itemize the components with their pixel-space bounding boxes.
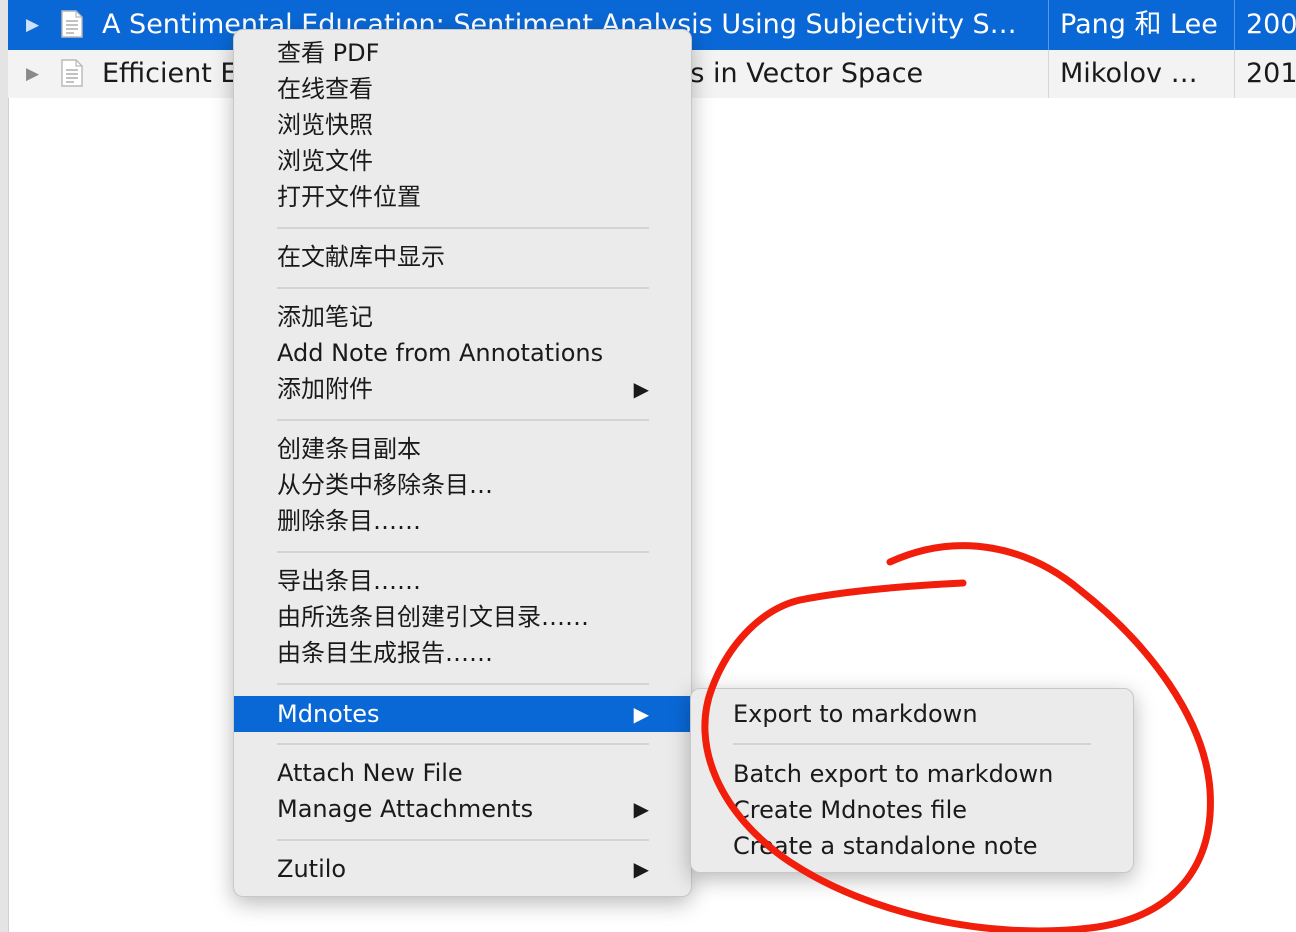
menu-item-add-attachment[interactable]: 添加附件 ▶: [234, 371, 691, 407]
document-icon: [61, 59, 83, 87]
menu-item-generate-report[interactable]: 由条目生成报告……: [234, 635, 691, 671]
item-creator: Pang 和 Lee: [1060, 9, 1218, 40]
menu-item-label: Zutilo: [277, 855, 347, 883]
menu-item-mdnotes[interactable]: Mdnotes ▶: [234, 696, 691, 732]
menu-item-create-mdnotes-file[interactable]: Create Mdnotes file: [691, 792, 1133, 828]
item-creator: Mikolov …: [1060, 58, 1198, 89]
item-year: 201: [1246, 58, 1296, 89]
menu-separator: [277, 683, 649, 685]
menu-separator: [277, 743, 649, 745]
menu-item-view-online[interactable]: 在线查看: [234, 71, 691, 107]
menu-separator: [277, 419, 649, 421]
menu-item-view-snapshot[interactable]: 浏览快照: [234, 107, 691, 143]
submenu-arrow-icon: ▶: [633, 857, 649, 881]
menu-item-label: Export to markdown: [733, 700, 978, 728]
column-divider: [1234, 50, 1235, 98]
menu-item-export-to-markdown[interactable]: Export to markdown: [691, 696, 1133, 732]
menu-item-label: Attach New File: [277, 759, 463, 787]
menu-item-label: 在线查看: [277, 75, 373, 103]
menu-item-zutilo[interactable]: Zutilo ▶: [234, 851, 691, 887]
menu-item-delete-item[interactable]: 删除条目……: [234, 503, 691, 539]
menu-item-view-file[interactable]: 浏览文件: [234, 143, 691, 179]
menu-item-label: 在文献库中显示: [277, 243, 445, 271]
menu-item-add-note-from-annotations[interactable]: Add Note from Annotations: [234, 335, 691, 371]
menu-item-label: 添加附件: [277, 375, 373, 403]
menu-item-remove-from-collection[interactable]: 从分类中移除条目…: [234, 467, 691, 503]
menu-item-show-in-library[interactable]: 在文献库中显示: [234, 239, 691, 275]
menu-item-label: 浏览文件: [277, 147, 373, 175]
menu-item-duplicate-item[interactable]: 创建条目副本: [234, 431, 691, 467]
menu-separator: [277, 287, 649, 289]
column-divider: [1048, 50, 1049, 98]
menu-item-label: 删除条目……: [277, 507, 421, 535]
menu-separator: [277, 839, 649, 841]
menu-item-label: 打开文件位置: [277, 183, 421, 211]
submenu-arrow-icon: ▶: [633, 702, 649, 726]
menu-item-export-item[interactable]: 导出条目……: [234, 563, 691, 599]
document-icon: [61, 10, 83, 38]
menu-item-create-bibliography[interactable]: 由所选条目创建引文目录……: [234, 599, 691, 635]
submenu-arrow-icon: ▶: [633, 797, 649, 821]
mdnotes-submenu: Export to markdown Batch export to markd…: [690, 688, 1134, 873]
menu-item-label: 查看 PDF: [277, 39, 380, 67]
menu-separator: [733, 743, 1091, 745]
menu-item-label: Batch export to markdown: [733, 760, 1054, 788]
column-divider: [1048, 0, 1049, 50]
column-divider: [1234, 0, 1235, 50]
menu-item-batch-export[interactable]: Batch export to markdown: [691, 756, 1133, 792]
menu-item-label: Add Note from Annotations: [277, 339, 604, 367]
menu-item-label: Create a standalone note: [733, 832, 1038, 860]
menu-item-manage-attachments[interactable]: Manage Attachments ▶: [234, 791, 691, 827]
item-year: 200: [1246, 9, 1296, 40]
menu-item-label: 由所选条目创建引文目录……: [277, 603, 589, 631]
menu-item-view-pdf[interactable]: 查看 PDF: [234, 35, 691, 71]
submenu-arrow-icon: ▶: [633, 377, 649, 401]
item-context-menu: 查看 PDF 在线查看 浏览快照 浏览文件 打开文件位置 在文献库中显示 添加笔…: [233, 29, 692, 897]
menu-item-label: Mdnotes: [277, 700, 380, 728]
menu-item-label: 添加笔记: [277, 303, 373, 331]
menu-separator: [277, 227, 649, 229]
menu-item-attach-new-file[interactable]: Attach New File: [234, 755, 691, 791]
menu-item-label: 导出条目……: [277, 567, 421, 595]
menu-separator: [277, 551, 649, 553]
menu-item-open-location[interactable]: 打开文件位置: [234, 179, 691, 215]
menu-item-label: 从分类中移除条目…: [277, 471, 493, 499]
menu-item-create-standalone-note[interactable]: Create a standalone note: [691, 828, 1133, 864]
menu-item-add-note[interactable]: 添加笔记: [234, 299, 691, 335]
menu-item-label: 由条目生成报告……: [277, 639, 493, 667]
menu-item-label: 创建条目副本: [277, 435, 421, 463]
menu-item-label: Create Mdnotes file: [733, 796, 968, 824]
menu-item-label: 浏览快照: [277, 111, 373, 139]
menu-item-label: Manage Attachments: [277, 795, 534, 823]
disclosure-triangle-icon[interactable]: ▶: [26, 50, 39, 98]
disclosure-triangle-icon[interactable]: ▶: [26, 0, 39, 50]
left-pane-edge: [0, 0, 9, 932]
